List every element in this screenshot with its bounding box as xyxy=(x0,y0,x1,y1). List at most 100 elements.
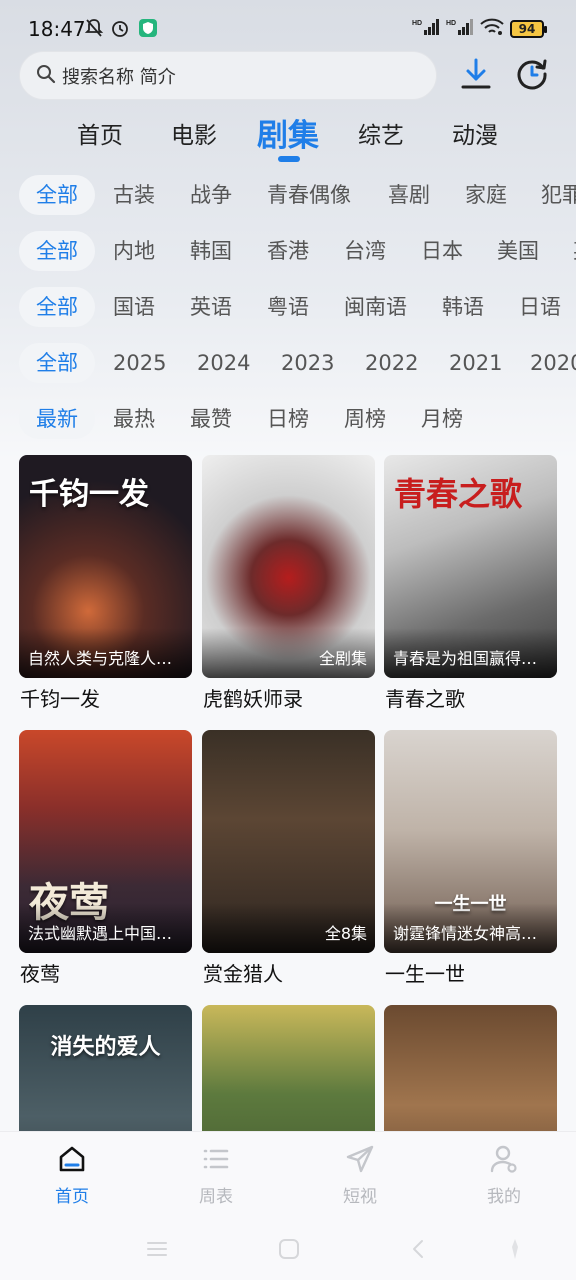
chip-region[interactable]: 韩国 xyxy=(190,231,232,271)
filter-row-year: 全部 2025 2024 2023 2022 2021 2020 xyxy=(0,343,576,387)
menu-icon[interactable] xyxy=(145,1237,169,1265)
chip-sort[interactable]: 最热 xyxy=(113,399,155,439)
chip-genre[interactable]: 喜剧 xyxy=(388,175,430,215)
nav-label: 首页 xyxy=(55,1187,89,1207)
card-title: 一生一世 xyxy=(385,962,465,986)
chip-region-all[interactable]: 全部 xyxy=(19,231,95,271)
signal-hd-icon: HD xyxy=(446,18,474,40)
poster-image: 青春之歌 青春是为祖国赢得胜利 xyxy=(384,455,557,678)
chip-year[interactable]: 2021 xyxy=(449,343,502,383)
search-placeholder: 搜索名称 简介 xyxy=(62,66,176,88)
chip-year[interactable]: 2024 xyxy=(197,343,250,383)
chip-year[interactable]: 2023 xyxy=(281,343,334,383)
home-square-icon[interactable] xyxy=(277,1237,301,1265)
battery-icon: 94 xyxy=(510,20,547,38)
chip-region[interactable]: 内地 xyxy=(113,231,155,271)
nav-home[interactable]: 首页 xyxy=(32,1144,112,1207)
poster-title: 青春之歌 xyxy=(394,475,523,513)
list-icon xyxy=(201,1149,231,1178)
chip-sort-latest[interactable]: 最新 xyxy=(19,399,95,439)
tab-indicator xyxy=(278,156,300,162)
nav-label: 我的 xyxy=(487,1187,521,1207)
card-title: 千钧一发 xyxy=(20,687,100,711)
tab-series[interactable]: 剧集 xyxy=(257,110,319,155)
status-time: 18:47 xyxy=(28,17,86,41)
chip-genre[interactable]: 战争 xyxy=(190,175,232,215)
poster-caption: 全8集 xyxy=(324,924,367,943)
chip-year[interactable]: 2020 xyxy=(530,343,576,383)
poster-caption: 青春是为祖国赢得胜利 xyxy=(393,649,551,668)
card-title: 夜莺 xyxy=(20,962,60,986)
poster-image: 一生一世 谢霆锋情迷女神高圆圆 xyxy=(384,730,557,953)
poster-caption: 全剧集 xyxy=(318,649,367,668)
assistant-icon[interactable] xyxy=(505,1237,525,1265)
chip-language[interactable]: 日语 xyxy=(519,287,561,327)
poster-caption: 谢霆锋情迷女神高圆圆 xyxy=(393,924,551,943)
poster-image: 全剧集 xyxy=(202,455,375,678)
profile-icon xyxy=(489,1145,519,1178)
filter-row-language: 全部 国语 英语 粤语 闽南语 韩语 日语 xyxy=(0,287,576,331)
card-title: 虎鹤妖师录 xyxy=(203,687,303,711)
svg-text:HD: HD xyxy=(446,20,456,27)
chip-language[interactable]: 闽南语 xyxy=(344,287,407,327)
alarm-icon xyxy=(110,18,130,42)
chip-genre[interactable]: 家庭 xyxy=(465,175,507,215)
chip-genre-all[interactable]: 全部 xyxy=(19,175,95,215)
back-icon[interactable] xyxy=(407,1237,431,1265)
chip-language[interactable]: 韩语 xyxy=(442,287,484,327)
search-icon xyxy=(36,64,56,88)
chip-region[interactable]: 香港 xyxy=(267,231,309,271)
chip-language[interactable]: 粤语 xyxy=(267,287,309,327)
chip-genre[interactable]: 青春偶像 xyxy=(267,175,351,215)
send-icon xyxy=(345,1145,375,1178)
card-title: 赏金猎人 xyxy=(203,962,283,986)
poster-image: 千钧一发 自然人类与克隆人展开生死较量 xyxy=(19,455,192,678)
mute-icon xyxy=(84,18,104,42)
nav-schedule[interactable]: 周表 xyxy=(176,1144,256,1207)
tab-movies[interactable]: 电影 xyxy=(171,116,217,150)
filter-row-region: 全部 内地 韩国 香港 台湾 日本 美国 英国 xyxy=(0,231,576,275)
signal-hd-icon: HD xyxy=(412,18,440,40)
poster-title: 消失的爱人 xyxy=(50,1035,161,1060)
download-icon xyxy=(459,57,493,95)
chip-sort[interactable]: 日榜 xyxy=(267,399,309,439)
chip-year[interactable]: 2022 xyxy=(365,343,418,383)
nav-label: 短视 xyxy=(343,1187,377,1207)
wifi-icon xyxy=(480,18,504,40)
chip-region[interactable]: 日本 xyxy=(421,231,463,271)
chip-region[interactable]: 美国 xyxy=(497,231,539,271)
chip-year[interactable]: 2025 xyxy=(113,343,166,383)
chip-year-all[interactable]: 全部 xyxy=(19,343,95,383)
svg-text:HD: HD xyxy=(412,20,422,27)
poster-caption: 自然人类与克隆人展开生死较量 xyxy=(28,649,186,668)
chip-region[interactable]: 台湾 xyxy=(344,231,386,271)
chip-language-all[interactable]: 全部 xyxy=(19,287,95,327)
filter-row-genre: 全部 古装 战争 青春偶像 喜剧 家庭 犯罪 xyxy=(0,175,576,219)
search-bar[interactable]: 搜索名称 简介 xyxy=(19,51,437,100)
chip-genre[interactable]: 古装 xyxy=(113,175,155,215)
nav-profile[interactable]: 我的 xyxy=(464,1144,544,1207)
chip-sort[interactable]: 最赞 xyxy=(190,399,232,439)
chip-genre[interactable]: 犯罪 xyxy=(541,175,576,215)
home-icon xyxy=(57,1146,87,1178)
card-title: 青春之歌 xyxy=(385,687,465,711)
history-button[interactable] xyxy=(512,56,552,96)
poster-caption: 法式幽默遇上中国谍战 xyxy=(28,924,186,943)
tab-variety[interactable]: 综艺 xyxy=(358,116,404,150)
history-icon xyxy=(515,57,549,95)
poster-image: 全8集 xyxy=(202,730,375,953)
status-bar: 18:47 HD HD 94 xyxy=(0,0,576,52)
vpn-shield-icon xyxy=(138,18,158,42)
bottom-nav: 首页 周表 短视 我的 xyxy=(0,1131,576,1221)
poster-title: 千钧一发 xyxy=(29,477,149,512)
filter-row-sort: 最新 最热 最赞 日榜 周榜 月榜 xyxy=(0,399,576,443)
system-nav-bar xyxy=(0,1221,576,1280)
tab-anime[interactable]: 动漫 xyxy=(452,116,498,150)
tab-home[interactable]: 首页 xyxy=(77,116,123,150)
nav-shorts[interactable]: 短视 xyxy=(320,1144,400,1207)
chip-sort[interactable]: 周榜 xyxy=(344,399,386,439)
chip-language[interactable]: 国语 xyxy=(113,287,155,327)
download-button[interactable] xyxy=(456,56,496,96)
chip-sort[interactable]: 月榜 xyxy=(421,399,463,439)
chip-language[interactable]: 英语 xyxy=(190,287,232,327)
